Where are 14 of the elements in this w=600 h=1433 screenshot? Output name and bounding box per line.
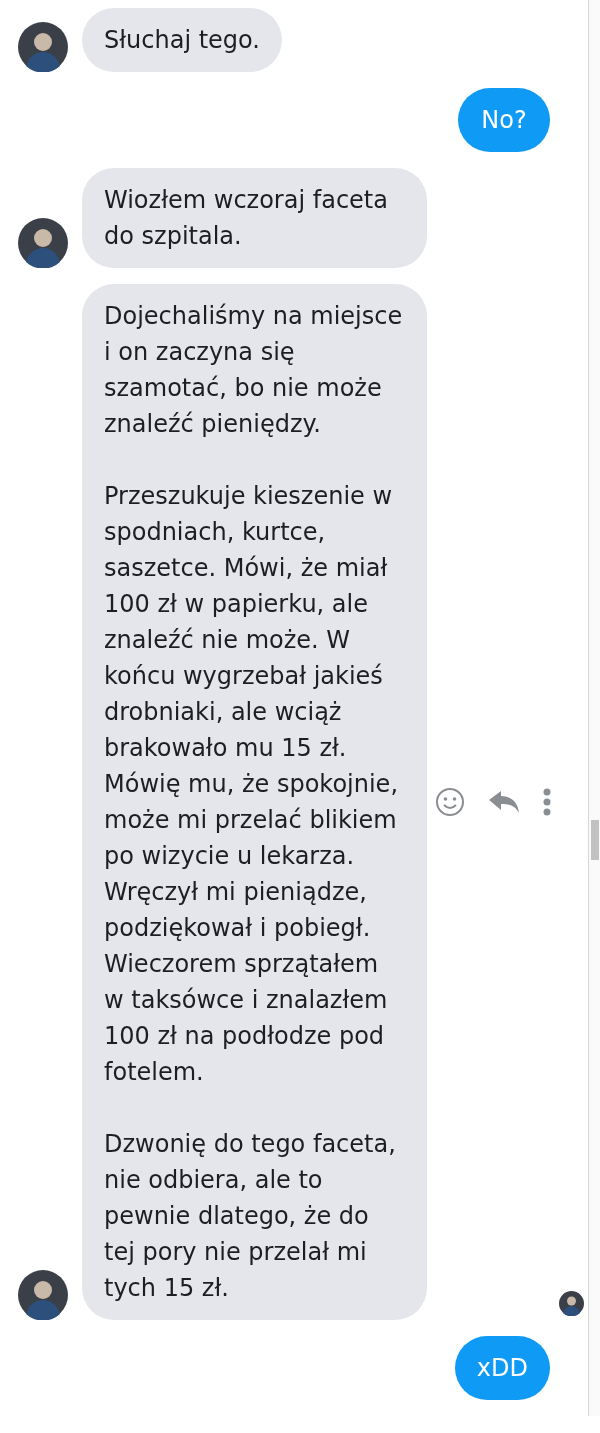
scrollbar-thumb[interactable] [591, 820, 599, 860]
message-bubble: No? [458, 88, 550, 152]
emoji-icon[interactable] [435, 787, 465, 817]
avatar[interactable] [18, 22, 68, 72]
scrollbar[interactable] [588, 0, 600, 1416]
read-receipt-avatar[interactable] [559, 1291, 584, 1316]
more-options-icon[interactable] [543, 788, 551, 816]
avatar[interactable] [18, 1270, 68, 1320]
message-bubble: Wiozłem wczoraj faceta do szpitala. [82, 168, 427, 268]
avatar[interactable] [18, 218, 68, 268]
message-bubble: xDD [454, 1336, 550, 1400]
message-bubble: Dojechaliśmy na miejsce i on zaczyna się szamotać, bo nie może znaleźć pieniędzy. Przeszukuje kieszenie w spodniach, kurtce, saszetce. Mówi, że miał 100 zł w papierku, ale znaleźć nie może. W końcu wygrzebał jakieś drobniaki, ale wciąż brakowało mu 15 zł. Mówię mu, że spokojnie, może mi przelać blikiem po wizycie u lekarza. Wręczył mi pieniądze, podziękował i pobiegł. Wieczorem sprzątałem w taksówce i znalazłem 100 zł na podłodze pod fotelem. Dzwonię do tego faceta, nie odbiera, ale to pewnie dlatego, że do tej pory nie przelał mi tych 15 zł. [82, 284, 427, 1320]
message-bubble: Słuchaj tego. [82, 8, 282, 72]
reply-icon[interactable] [489, 791, 519, 813]
